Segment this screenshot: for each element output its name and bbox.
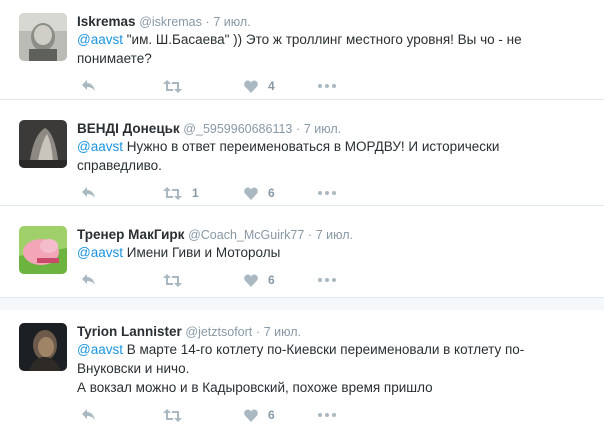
more-icon: [318, 278, 336, 282]
tweet-3[interactable]: Тренер МакГирк @Coach_McGuirk77 · 7 июл.…: [0, 214, 604, 298]
reply-button[interactable]: [81, 271, 97, 289]
like-button[interactable]: 6: [244, 406, 275, 424]
tweet-timestamp[interactable]: 7 июл.: [213, 15, 250, 29]
tweet-text: @aavst "им. Ш.Басаева" )) Это ж троллинг…: [77, 30, 597, 68]
tweet-text-line-2: справедливо.: [77, 158, 162, 173]
mention-link[interactable]: @aavst: [77, 342, 123, 357]
like-button[interactable]: 6: [244, 184, 275, 202]
retweet-button[interactable]: [163, 271, 192, 289]
separator-dot: ·: [205, 15, 210, 29]
like-count: 4: [268, 79, 275, 93]
tweet-text-line-2: Внуковски и ничо.: [77, 361, 190, 376]
reply-icon: [82, 274, 95, 285]
mention-link[interactable]: @aavst: [77, 139, 123, 154]
tweet-actions: 6: [77, 271, 377, 289]
retweet-button[interactable]: [163, 406, 192, 424]
heart-icon: [244, 187, 258, 200]
retweet-button[interactable]: 1: [163, 184, 199, 202]
tweet-actions: 1 6: [77, 184, 377, 202]
tweet-text: @aavst Имени Гиви и Моторолы: [77, 243, 597, 262]
timeline-gap: [0, 298, 604, 310]
tweet-timestamp[interactable]: 7 июл.: [316, 228, 353, 242]
like-count: 6: [268, 186, 275, 200]
more-button[interactable]: [318, 406, 336, 424]
separator-dot: ·: [307, 228, 313, 242]
author-handle[interactable]: @Coach_McGuirk77: [188, 228, 304, 242]
more-button[interactable]: [318, 184, 336, 202]
tweet-text: @aavst В марте 14-го котлету по-Киевски …: [77, 340, 597, 397]
author-name[interactable]: Тренер МакГирк: [77, 227, 184, 242]
retweet-count: 1: [192, 186, 199, 200]
author-name[interactable]: Tyrion Lannister: [77, 324, 182, 339]
avatar[interactable]: [19, 120, 67, 168]
tweet-timestamp[interactable]: 7 июл.: [264, 325, 301, 339]
more-icon: [318, 191, 336, 195]
author-name[interactable]: Iskremas: [77, 14, 136, 29]
retweet-button[interactable]: [163, 77, 192, 95]
retweet-icon: [163, 408, 182, 422]
reply-button[interactable]: [81, 406, 97, 424]
like-button[interactable]: 6: [244, 271, 275, 289]
avatar[interactable]: [19, 226, 67, 274]
more-icon: [318, 413, 336, 417]
separator-dot: ·: [296, 122, 301, 136]
more-button[interactable]: [318, 77, 336, 95]
tweet-4[interactable]: Tyrion Lannister @jetztsofort · 7 июл. @…: [0, 310, 604, 431]
tweet-text-line-2: понимаете?: [77, 51, 152, 66]
tweet-text: @aavst Нужно в ответ переименоваться в М…: [77, 137, 597, 175]
avatar[interactable]: [19, 13, 67, 61]
tweet-1[interactable]: Iskremas @iskremas · 7 июл. @aavst "им. …: [0, 0, 604, 100]
tweet-text-line-1: Имени Гиви и Моторолы: [122, 245, 281, 260]
reply-icon: [82, 187, 95, 198]
more-button[interactable]: [318, 271, 336, 289]
author-handle[interactable]: @_5959960686113: [183, 122, 292, 136]
tweet-text-line-1: Нужно в ответ переименоваться в МОРДВУ! …: [122, 139, 500, 154]
tweet-2[interactable]: ВЕНДІ Донецьк @_5959960686113 · 7 июл. @…: [0, 108, 604, 206]
heart-icon: [244, 80, 258, 93]
reply-button[interactable]: [81, 77, 97, 95]
reply-icon: [82, 409, 95, 420]
like-count: 6: [268, 408, 275, 422]
author-handle[interactable]: @jetztsofort: [185, 325, 252, 339]
mention-link[interactable]: @aavst: [77, 245, 123, 260]
reply-button[interactable]: [81, 184, 97, 202]
mention-link[interactable]: @aavst: [77, 32, 123, 47]
tweet-timestamp[interactable]: 7 июл.: [304, 122, 341, 136]
heart-icon: [244, 409, 258, 422]
tweet-text-line-1: "им. Ш.Басаева" )) Это ж троллинг местно…: [122, 32, 522, 47]
retweet-icon: [163, 186, 182, 200]
author-handle[interactable]: @iskremas: [139, 15, 202, 29]
avatar[interactable]: [19, 323, 67, 371]
author-name[interactable]: ВЕНДІ Донецьк: [77, 121, 180, 136]
like-button[interactable]: 4: [244, 77, 275, 95]
tweet-text-line-3: А вокзал можно и в Кадыровский, похоже в…: [77, 380, 433, 395]
tweet-text-line-1: В марте 14-го котлету по-Киевски переиме…: [122, 342, 525, 357]
retweet-icon: [163, 79, 182, 93]
tweet-actions: 4: [77, 77, 377, 95]
separator-dot: ·: [255, 325, 261, 339]
heart-icon: [244, 274, 258, 287]
retweet-icon: [163, 273, 182, 287]
like-count: 6: [268, 273, 275, 287]
more-icon: [318, 84, 336, 88]
reply-icon: [82, 80, 95, 91]
tweet-actions: 6: [77, 406, 377, 424]
